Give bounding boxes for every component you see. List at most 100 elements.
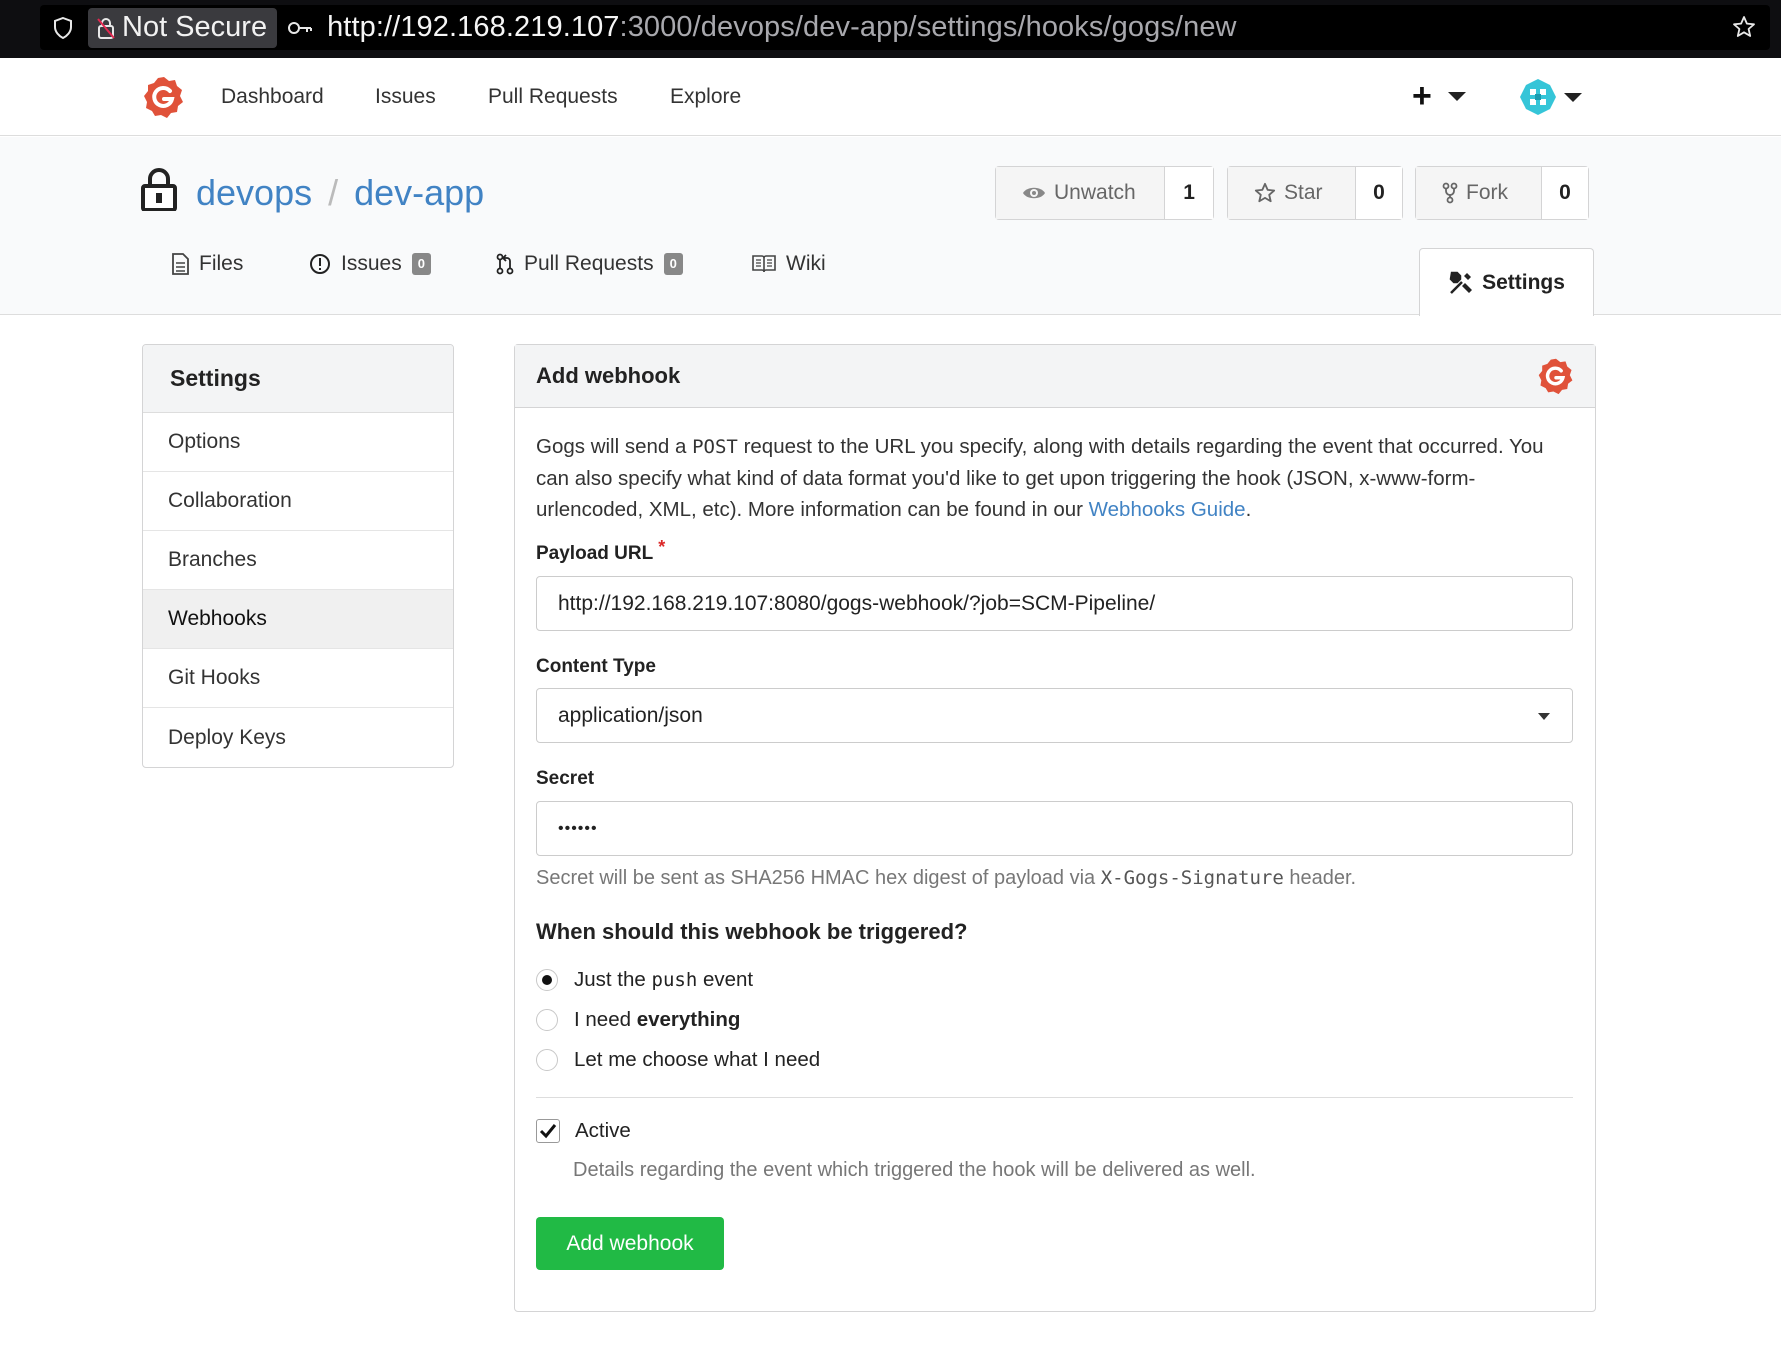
not-secure-label: Not Secure — [122, 11, 268, 43]
unwatch-button[interactable]: Unwatch — [996, 167, 1166, 219]
url-text[interactable]: http://192.168.219.107:3000/devops/dev-a… — [327, 11, 1237, 44]
sidebar-item-branches[interactable]: Branches — [143, 531, 453, 590]
insecure-lock-icon — [97, 17, 115, 39]
trigger-everything-label: I need everything — [574, 1008, 740, 1032]
sidebar-item-collaboration[interactable]: Collaboration — [143, 472, 453, 531]
sidebar-item-options[interactable]: Options — [143, 413, 453, 472]
tab-wiki-label: Wiki — [786, 252, 826, 275]
url-host: http://192.168.219.107 — [327, 11, 620, 43]
nav-pull-requests[interactable]: Pull Requests — [488, 85, 618, 109]
gogs-logo-icon[interactable] — [142, 75, 186, 119]
divider — [536, 1097, 1573, 1098]
payload-url-label-text: Payload URL — [536, 543, 654, 564]
post-code: POST — [692, 436, 738, 458]
fork-label: Fork — [1466, 181, 1508, 204]
content-type-value: application/json — [558, 703, 703, 727]
secret-value: •••••• — [558, 819, 598, 837]
sidebar-item-deploy-keys[interactable]: Deploy Keys — [143, 708, 453, 767]
trigger-push-part-2: event — [697, 968, 754, 991]
nav-explore[interactable]: Explore — [670, 85, 741, 109]
trigger-everything-part-1: I need — [574, 1008, 637, 1031]
active-checkbox[interactable]: Active — [536, 1119, 631, 1143]
description-part-1: Gogs will send a — [536, 435, 693, 458]
eye-icon — [1023, 187, 1045, 199]
tab-settings[interactable]: Settings — [1419, 248, 1594, 316]
dropdown-caret-icon — [1538, 713, 1550, 720]
content-type-select[interactable]: application/json — [536, 688, 1573, 743]
tab-issues-label: Issues — [341, 252, 402, 275]
sidebar-title: Settings — [143, 345, 453, 413]
required-mark: * — [658, 537, 666, 557]
panel-header: Add webhook — [515, 345, 1595, 408]
fork-icon — [1442, 182, 1458, 204]
fork-button-group: Fork 0 — [1415, 166, 1589, 220]
repo-separator: / — [328, 172, 339, 213]
payload-url-input[interactable]: http://192.168.219.107:8080/gogs-webhook… — [536, 576, 1573, 631]
sidebar-item-git-hooks[interactable]: Git Hooks — [143, 649, 453, 708]
tab-pull-requests[interactable]: Pull Requests 0 — [496, 252, 683, 276]
create-menu[interactable]: + — [1412, 78, 1466, 114]
content-type-label: Content Type — [536, 656, 656, 677]
book-icon — [752, 255, 776, 273]
private-lock-icon — [141, 168, 177, 211]
bookmark-star-icon[interactable] — [1732, 15, 1756, 39]
checkbox-checked-icon — [536, 1119, 560, 1143]
repo-owner-link[interactable]: devops — [196, 172, 312, 214]
tab-files-label: Files — [199, 252, 244, 275]
star-icon — [1254, 182, 1276, 203]
fork-count[interactable]: 0 — [1542, 167, 1588, 219]
nav-issues[interactable]: Issues — [375, 85, 436, 109]
trigger-push-radio[interactable]: Just the push event — [536, 968, 753, 992]
tab-issues[interactable]: Issues 0 — [309, 252, 431, 276]
pull-request-icon — [496, 253, 514, 275]
top-navigation: Dashboard Issues Pull Requests Explore + — [0, 58, 1781, 136]
push-code: push — [651, 969, 698, 991]
trigger-push-label: Just the push event — [574, 968, 753, 992]
secret-input[interactable]: •••••• — [536, 801, 1573, 856]
pulls-count-badge: 0 — [663, 253, 683, 275]
address-bar[interactable]: Not Secure http://192.168.219.107:3000/d… — [40, 5, 1770, 50]
secret-help: Secret will be sent as SHA256 HMAC hex d… — [536, 867, 1356, 890]
trigger-heading: When should this webhook be triggered? — [536, 919, 968, 944]
watch-count[interactable]: 1 — [1165, 167, 1213, 219]
fork-button[interactable]: Fork — [1416, 167, 1542, 219]
user-menu[interactable] — [1518, 77, 1582, 117]
signature-header-code: X-Gogs-Signature — [1100, 867, 1284, 889]
unwatch-label: Unwatch — [1054, 181, 1136, 204]
shield-icon[interactable] — [52, 16, 74, 40]
radio-unselected-icon — [536, 1049, 558, 1071]
trigger-everything-radio[interactable]: I need everything — [536, 1008, 740, 1032]
description-end: . — [1245, 498, 1252, 521]
star-button[interactable]: Star — [1228, 167, 1356, 219]
nav-dashboard[interactable]: Dashboard — [221, 85, 324, 109]
gogs-logo-icon — [1538, 358, 1573, 395]
plus-icon: + — [1412, 77, 1432, 115]
webhooks-guide-link[interactable]: Webhooks Guide — [1089, 498, 1246, 521]
avatar — [1518, 77, 1558, 117]
key-icon[interactable] — [287, 18, 313, 38]
description-text: Gogs will send a POST request to the URL… — [536, 431, 1572, 525]
active-label: Active — [575, 1119, 631, 1142]
trigger-everything-bold: everything — [636, 1008, 741, 1031]
chevron-down-icon — [1564, 92, 1582, 102]
add-webhook-panel: Add webhook Gogs will send a POST reques… — [514, 344, 1596, 1312]
radio-unselected-icon — [536, 1009, 558, 1031]
tab-wiki[interactable]: Wiki — [752, 252, 826, 276]
repo-name-link[interactable]: dev-app — [354, 172, 484, 214]
sidebar-item-webhooks[interactable]: Webhooks — [143, 590, 453, 649]
star-label: Star — [1284, 181, 1323, 204]
repository-title: devops / dev-app — [196, 172, 484, 214]
trigger-choose-radio[interactable]: Let me choose what I need — [536, 1048, 820, 1072]
tools-icon — [1449, 271, 1473, 294]
tab-pull-requests-label: Pull Requests — [524, 252, 654, 275]
not-secure-indicator[interactable]: Not Secure — [88, 7, 278, 48]
url-path: :3000/devops/dev-app/settings/hooks/gogs… — [619, 11, 1237, 43]
secret-label: Secret — [536, 768, 595, 789]
star-count[interactable]: 0 — [1356, 167, 1402, 219]
trigger-push-part-1: Just the — [574, 968, 652, 991]
trigger-choose-label: Let me choose what I need — [574, 1048, 821, 1071]
tab-files[interactable]: Files — [171, 252, 243, 276]
add-webhook-button[interactable]: Add webhook — [536, 1217, 724, 1270]
payload-url-label: Payload URL * — [536, 537, 665, 565]
radio-selected-icon — [536, 969, 558, 991]
